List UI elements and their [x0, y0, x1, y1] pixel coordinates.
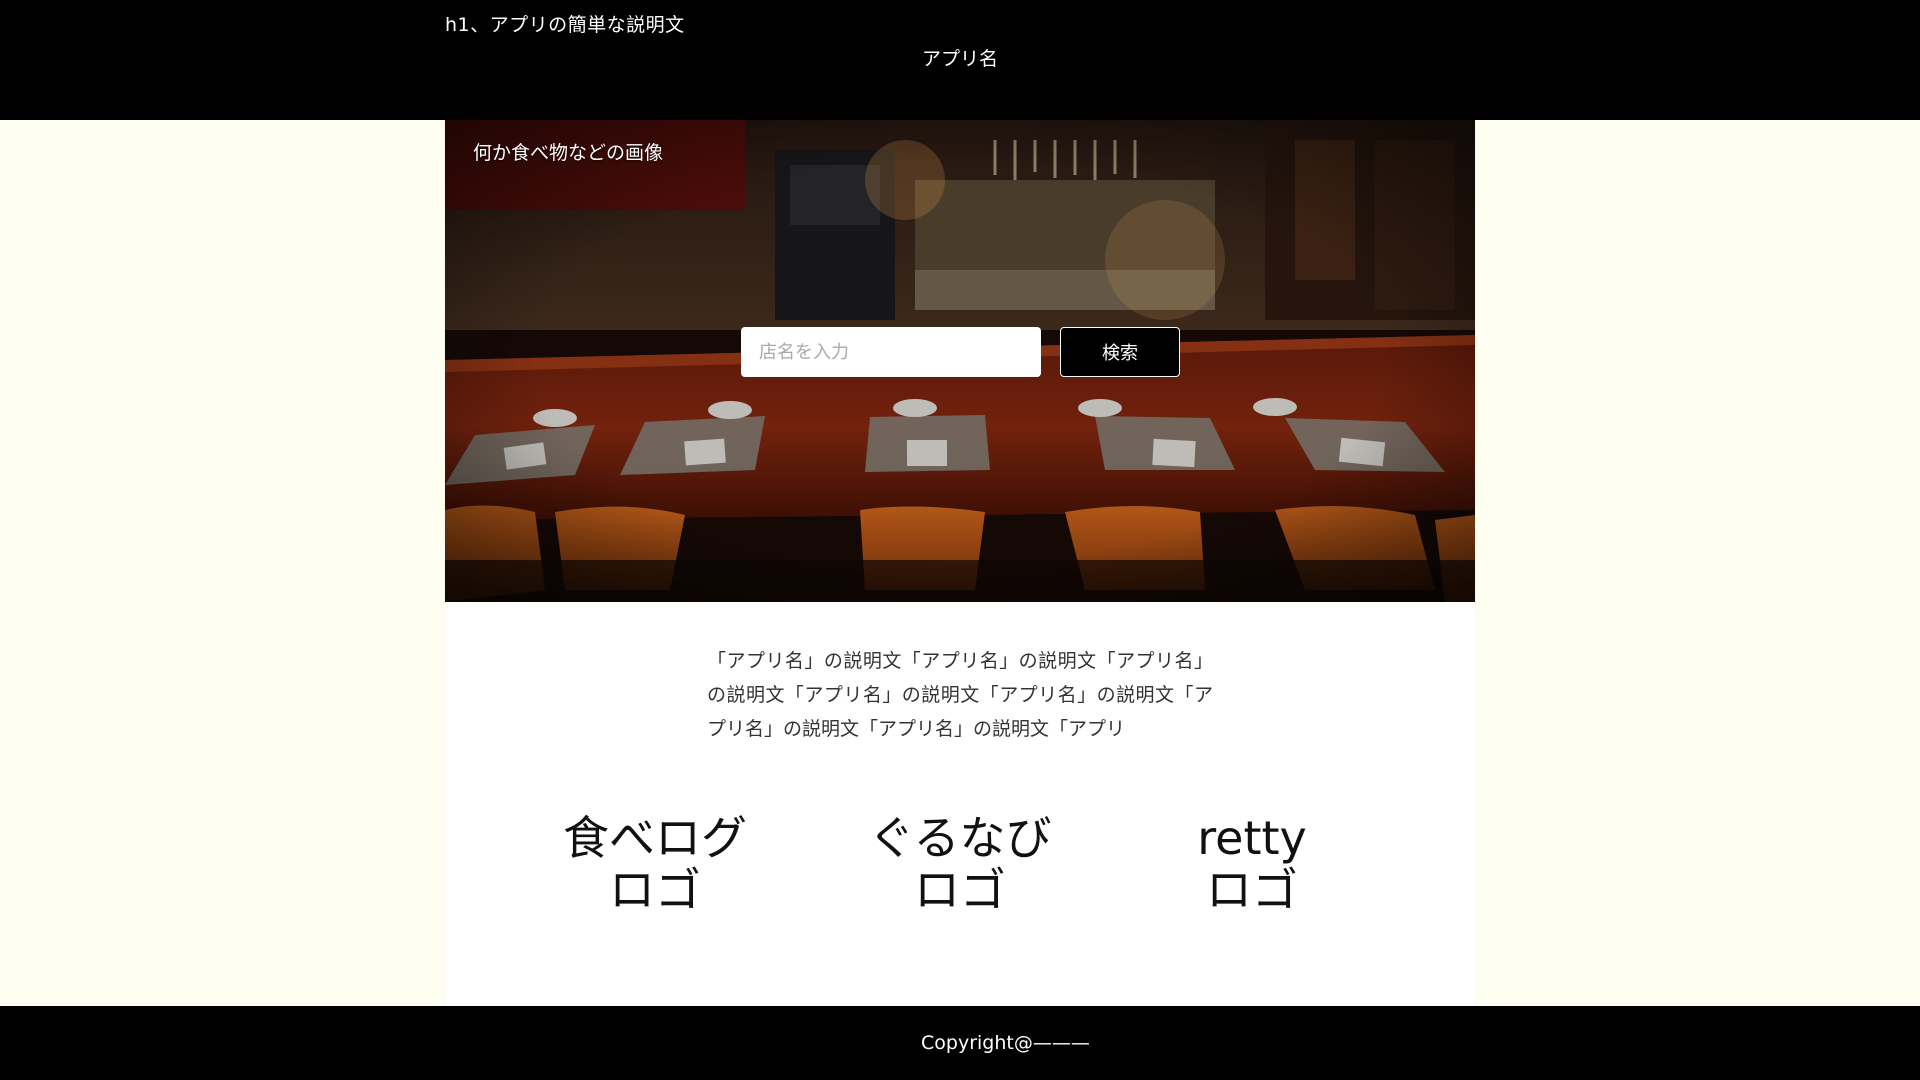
app-description: 「アプリ名」の説明文「アプリ名」の説明文「アプリ名」の説明文「アプリ名」の説明文…: [707, 650, 1213, 740]
logo-label: ロゴ: [914, 863, 1006, 917]
logo-name: 食べログ: [563, 811, 747, 865]
search-button[interactable]: 検索: [1060, 327, 1180, 377]
gurunavi-logo[interactable]: ぐるなび ロゴ: [840, 812, 1080, 916]
logo-name: ぐるなび: [868, 811, 1052, 865]
header-tagline: h1、アプリの簡単な説明文: [445, 14, 685, 36]
tabelog-logo[interactable]: 食べログ ロゴ: [535, 812, 775, 916]
app-name-title[interactable]: アプリ名: [0, 44, 1920, 71]
main-content: 何か食べ物などの画像 検索 「アプリ名」の説明文「アプリ名」の説明文「アプリ名」…: [445, 120, 1475, 1006]
hero-section: 何か食べ物などの画像 検索: [445, 120, 1475, 602]
copyright-text: Copyright@———: [921, 1032, 1090, 1054]
logo-name: retty: [1197, 811, 1307, 865]
retty-logo[interactable]: retty ロゴ: [1132, 812, 1372, 916]
site-header: h1、アプリの簡単な説明文 アプリ名: [0, 0, 1920, 120]
logo-label: ロゴ: [1206, 863, 1298, 917]
logo-label: ロゴ: [609, 863, 701, 917]
shop-name-search-input[interactable]: [741, 327, 1041, 377]
site-footer: Copyright@———: [0, 1006, 1920, 1080]
hero-caption: 何か食べ物などの画像: [473, 142, 664, 164]
